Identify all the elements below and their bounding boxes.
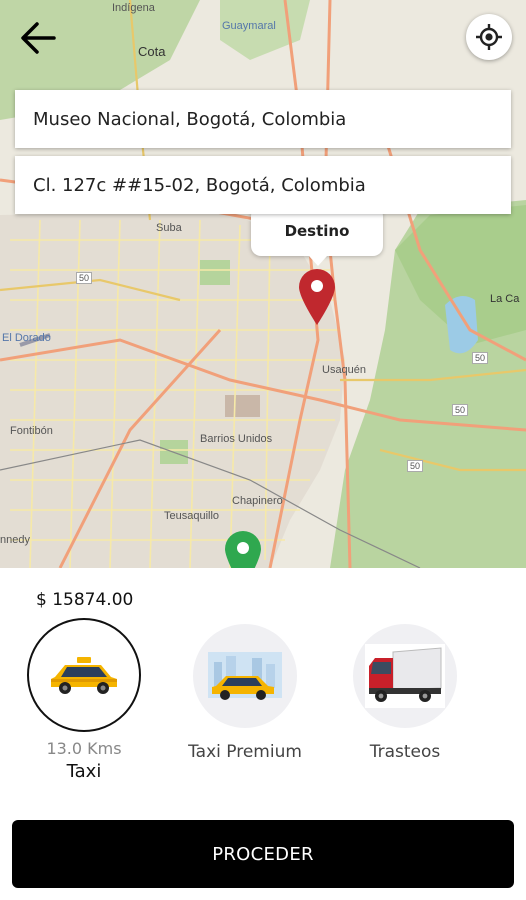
taxi-option-circle[interactable]: [27, 618, 141, 732]
taxi-option-label: Taxi: [66, 761, 102, 782]
destination-address-text: Cl. 127c ##15-02, Bogotá, Colombia: [33, 174, 366, 196]
destination-callout-label: Destino: [284, 222, 350, 240]
road-shield-50-a: 50: [76, 272, 93, 284]
destination-pin-icon[interactable]: [298, 268, 336, 326]
map-label-indigena: Indígena: [112, 2, 155, 14]
trasteos-label: Trasteos: [369, 742, 441, 762]
back-button[interactable]: [14, 14, 62, 62]
option-taxi[interactable]: [27, 618, 141, 732]
proceed-button[interactable]: PROCEDER: [12, 820, 514, 888]
map-label-suba: Suba: [156, 222, 182, 234]
taxi-distance: 13.0 Kms: [46, 739, 122, 758]
taxi-premium-label: Taxi Premium: [188, 742, 302, 762]
taxi-car-icon: [51, 657, 117, 694]
moving-truck-icon: [365, 644, 445, 708]
map-label-cota: Cota: [138, 44, 166, 59]
map-label-fontibon: Fontibón: [10, 425, 53, 437]
road-shield-50-b: 50: [472, 352, 489, 364]
option-taxi-premium[interactable]: Taxi Premium: [184, 624, 306, 762]
trasteos-option-circle[interactable]: [353, 624, 457, 728]
option-trasteos[interactable]: Trasteos: [344, 624, 466, 762]
map-label-barrios-unidos: Barrios Unidos: [200, 433, 273, 445]
map-view[interactable]: Indígena Cota Guaymaral Suba Usaquén El …: [0, 0, 526, 568]
taxi-premium-option-circle[interactable]: [193, 624, 297, 728]
map-label-teusaquillo: Teusaquillo: [164, 510, 220, 522]
crosshair-icon: [476, 24, 502, 50]
map-label-la-calera: La Ca: [490, 293, 520, 305]
origin-pin-icon[interactable]: [224, 530, 262, 568]
origin-address-field[interactable]: Museo Nacional, Bogotá, Colombia: [15, 90, 511, 148]
road-shield-50-c: 50: [452, 404, 469, 416]
arrow-left-icon: [21, 22, 56, 54]
map-label-kennedy: nnedy: [0, 534, 30, 546]
map-label-el-dorado: El Dorado: [2, 332, 51, 344]
my-location-button[interactable]: [466, 14, 512, 60]
origin-address-text: Museo Nacional, Bogotá, Colombia: [33, 108, 347, 130]
map-label-guaymaral: Guaymaral: [222, 20, 276, 32]
fare-amount: $ 15874.00: [36, 590, 134, 610]
map-label-chapinero: Chapinero: [232, 495, 283, 507]
map-canvas: [0, 0, 526, 568]
destination-address-field[interactable]: Cl. 127c ##15-02, Bogotá, Colombia: [15, 156, 511, 214]
taxi-premium-car-icon: [208, 652, 282, 700]
road-shield-50-d: 50: [407, 460, 424, 472]
map-label-usaquen: Usaquén: [322, 364, 367, 376]
